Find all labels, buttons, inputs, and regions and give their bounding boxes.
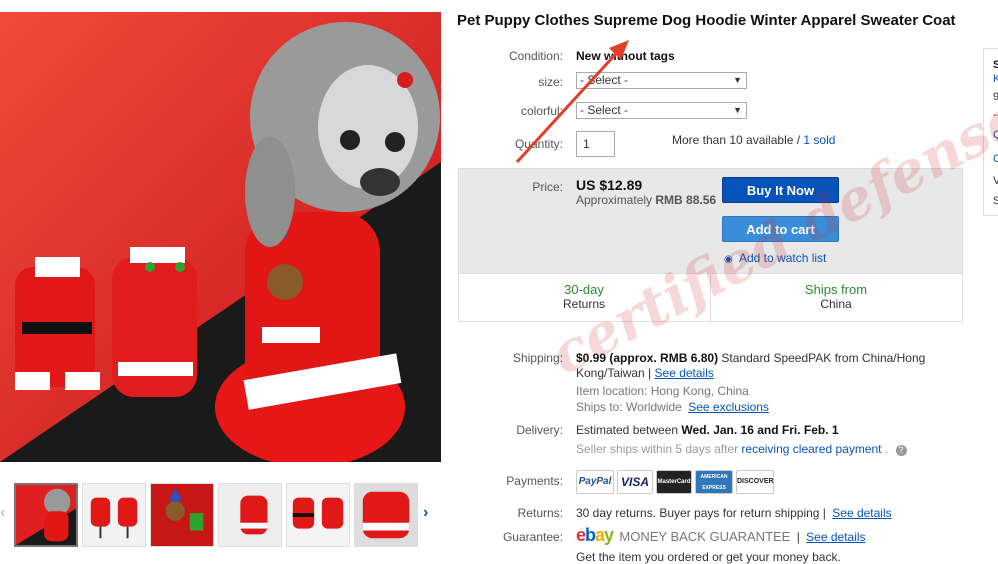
eye-icon: ◉ — [724, 254, 733, 265]
availability-text: More than 10 available / 1 sold — [672, 133, 835, 147]
returns-summary-label: Returns — [562, 297, 606, 311]
condition-label: Condition: — [508, 49, 563, 63]
sold-link[interactable]: 1 sold — [803, 133, 835, 147]
seller-fragment-8: S — [993, 195, 998, 207]
product-title: Pet Puppy Clothes Supreme Dog Hoodie Win… — [457, 12, 956, 29]
price-approx: Approximately RMB 88.56 — [576, 193, 716, 207]
delivery-estimate: Estimated between Wed. Jan. 16 and Fri. … — [576, 423, 839, 437]
seller-fragment-4: -- — [993, 109, 998, 121]
seller-info-card: S K 9 -- Q C V S — [983, 48, 998, 216]
cleared-payment-link[interactable]: receiving cleared payment — [741, 442, 881, 456]
quantity-label: Quantity: — [514, 137, 563, 151]
shipping-label: Shipping: — [512, 351, 563, 365]
thumb-prev-arrow-icon[interactable]: ‹ — [0, 504, 5, 522]
seller-fragment-3: 9 — [993, 91, 998, 103]
item-location-value: Hong Kong, China — [650, 384, 749, 398]
returns-details-link[interactable]: See details — [832, 506, 891, 520]
size-label: size: — [538, 75, 563, 89]
amex-icon: AMERICAN EXPRESS — [695, 470, 733, 494]
seller-fragment-2[interactable]: K — [993, 73, 998, 85]
price-label: Price: — [532, 180, 563, 194]
returns-label: Returns: — [517, 506, 563, 520]
approx-prefix: Approximately — [576, 193, 656, 207]
handling-note: Seller ships within 5 days after receivi… — [576, 442, 907, 456]
watch-label: Add to watch list — [739, 251, 827, 265]
item-location: Item location: Hong Kong, China — [576, 384, 749, 398]
see-exclusions-link[interactable]: See exclusions — [688, 400, 769, 414]
buy-it-now-button[interactable]: Buy It Now — [722, 177, 839, 203]
approx-value: RMB 88.56 — [655, 193, 717, 207]
available-count: More than 10 available / — [672, 133, 804, 147]
seller-fragment-6[interactable]: C — [993, 153, 998, 165]
seller-fragment-7: V — [993, 175, 998, 187]
mastercard-icon: MasterCard — [656, 470, 692, 494]
ships-to-value: Worldwide — [626, 400, 682, 414]
payments-label: Payments: — [506, 474, 563, 488]
thumbnail-5[interactable] — [286, 483, 350, 547]
shipping-info: $0.99 (approx. RMB 6.80) Standard SpeedP… — [576, 351, 956, 381]
seller-fragment-1: S — [993, 59, 998, 71]
delivery-label: Delivery: — [516, 423, 563, 437]
discover-icon: DISCOVER — [736, 470, 774, 494]
returns-highlight: 30-day — [564, 282, 604, 297]
item-location-label: Item location: — [576, 384, 648, 398]
seller-fragment-5[interactable]: Q — [993, 129, 998, 141]
thumbnail-4[interactable] — [218, 483, 282, 547]
thumbnail-1[interactable] — [14, 483, 78, 547]
help-icon[interactable]: ? — [895, 445, 907, 456]
handling-note-text: Seller ships within 5 days after — [576, 442, 742, 456]
add-to-watch-list-link[interactable]: ◉ Add to watch list — [724, 251, 826, 265]
guarantee-details-link[interactable]: See details — [806, 530, 865, 544]
visa-icon: VISA — [617, 470, 653, 494]
thumb-next-arrow-icon[interactable]: › — [423, 504, 428, 522]
price-sub-bar: 30-day Returns Ships from China — [459, 273, 962, 322]
handling-note-end: . — [884, 442, 889, 456]
delivery-prefix: Estimated between — [576, 423, 682, 437]
shipping-method-1: Standard SpeedPAK from China/Hong — [721, 351, 926, 365]
ships-from-country: China — [820, 297, 852, 311]
quantity-input[interactable]: 1 — [576, 131, 615, 157]
ships-from-highlight: Ships from — [804, 282, 868, 297]
guarantee-row: ebay MONEY BACK GUARANTEE | See details — [576, 525, 866, 546]
returns-policy: 30 day returns. Buyer pays for return sh… — [576, 506, 892, 520]
color-label: colorful: — [520, 104, 563, 118]
ships-from-summary: Ships from China — [711, 282, 961, 311]
shipping-method-2: Kong/Taiwan | — [576, 366, 652, 380]
guarantee-label: Guarantee: — [502, 530, 563, 544]
ebay-logo: ebay — [576, 525, 614, 545]
color-select-value: - Select - — [580, 103, 629, 117]
size-select-value: - Select - — [580, 73, 629, 87]
chevron-down-icon: ▼ — [733, 105, 742, 115]
add-to-cart-button[interactable]: Add to cart — [722, 216, 839, 242]
shipping-details-link[interactable]: See details — [655, 366, 714, 380]
thumbnail-2[interactable] — [82, 483, 146, 547]
color-select[interactable]: - Select - ▼ — [576, 102, 747, 119]
guarantee-separator: | — [796, 530, 800, 544]
thumbnail-6[interactable] — [354, 483, 418, 547]
thumbnail-3[interactable] — [150, 483, 214, 547]
thumbnail-strip: ‹ › — [0, 480, 441, 550]
chevron-down-icon: ▼ — [733, 75, 742, 85]
size-select[interactable]: - Select - ▼ — [576, 72, 747, 89]
ships-to-label: Ships to: — [576, 400, 623, 414]
ships-to: Ships to: Worldwide See exclusions — [576, 400, 769, 414]
returns-text: 30 day returns. Buyer pays for return sh… — [576, 506, 826, 520]
shipping-approx: (approx. RMB 6.80) — [609, 351, 719, 365]
guarantee-brand: MONEY BACK GUARANTEE — [619, 529, 791, 544]
returns-summary: 30-day Returns — [459, 282, 709, 311]
delivery-dates: Wed. Jan. 16 and Fri. Feb. 1 — [681, 423, 839, 437]
price-value: US $12.89 — [576, 177, 643, 193]
main-product-image[interactable] — [0, 12, 441, 462]
shipping-cost: $0.99 — [576, 351, 607, 365]
paypal-icon: PayPal — [576, 470, 614, 494]
condition-value: New without tags — [576, 49, 675, 63]
